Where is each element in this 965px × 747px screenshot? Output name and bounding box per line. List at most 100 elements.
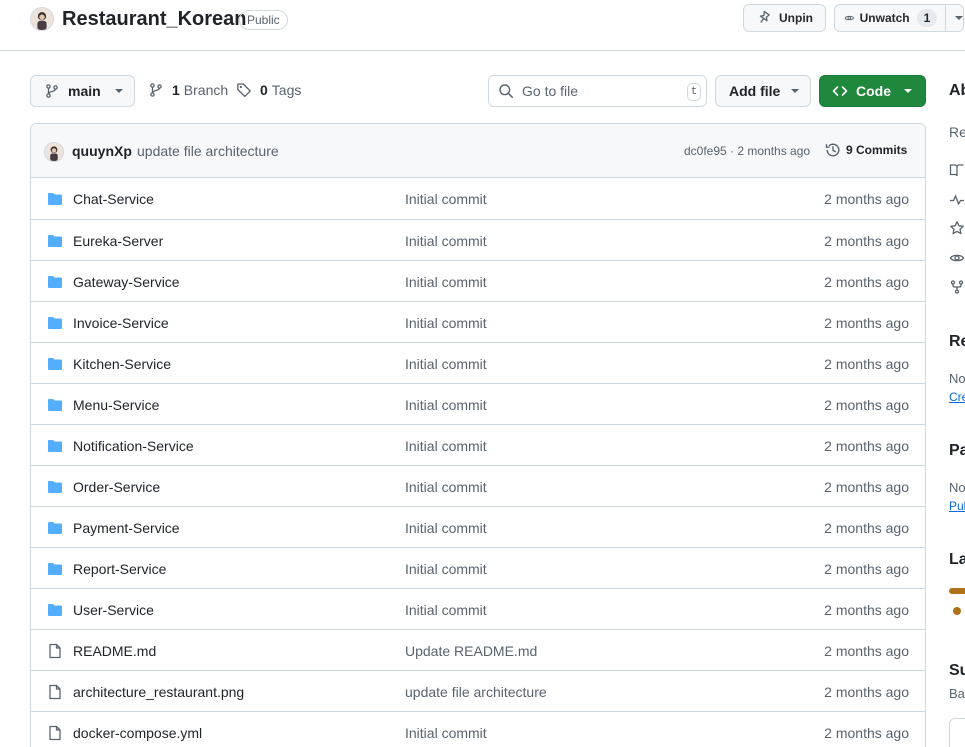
file-name-link[interactable]: Kitchen-Service: [73, 356, 171, 372]
code-icon: [832, 86, 848, 96]
file-commit-message-link[interactable]: Initial commit: [405, 561, 487, 577]
commits-history-link[interactable]: 9 Commits: [825, 142, 907, 158]
file-commit-message-link[interactable]: Initial commit: [405, 479, 487, 495]
file-row[interactable]: README.md Update README.md 2 months ago: [31, 629, 925, 670]
go-to-file-field[interactable]: t: [488, 75, 707, 107]
add-file-button[interactable]: Add file: [715, 75, 811, 107]
branches-link[interactable]: 1 Branch: [148, 82, 228, 98]
file-name-link[interactable]: architecture_restaurant.png: [73, 684, 244, 700]
about-heading: Ab: [949, 82, 965, 99]
file-name-link[interactable]: Menu-Service: [73, 397, 159, 413]
file-commit-message-link[interactable]: Initial commit: [405, 274, 487, 290]
file-row[interactable]: Eureka-Server Initial commit 2 months ago: [31, 219, 925, 260]
unwatch-button[interactable]: Unwatch 1: [834, 4, 964, 32]
file-commit-age: 2 months ago: [824, 479, 909, 495]
folder-icon: [47, 561, 63, 577]
commit-sha-age[interactable]: dc0fe95 · 2 months ago: [684, 144, 810, 158]
file-row[interactable]: docker-compose.yml Initial commit 2 months…: [31, 711, 925, 747]
file-name-link[interactable]: Chat-Service: [73, 191, 154, 207]
folder-icon: [47, 315, 63, 331]
file-row[interactable]: Order-Service Initial commit 2 months ago: [31, 465, 925, 506]
file-name-link[interactable]: docker-compose.yml: [73, 725, 202, 741]
file-commit-message-link[interactable]: Update README.md: [405, 643, 537, 659]
commit-author-avatar[interactable]: [44, 142, 64, 162]
file-commit-age: 2 months ago: [824, 438, 909, 454]
commit-message-link[interactable]: update file architecture: [137, 143, 279, 159]
file-row[interactable]: Notification-Service Initial commit 2 mont…: [31, 424, 925, 465]
about-sidebar: Ab Re Re No Cre Pa No Pul La Su Ba: [949, 0, 965, 747]
file-commit-message-link[interactable]: Initial commit: [405, 520, 487, 536]
file-name-link[interactable]: Payment-Service: [73, 520, 180, 536]
file-row[interactable]: Payment-Service Initial commit 2 months ag…: [31, 506, 925, 547]
button-divider: [945, 4, 946, 32]
fork-icon[interactable]: [949, 279, 965, 295]
file-row[interactable]: Report-Service Initial commit 2 months ago: [31, 547, 925, 588]
file-commit-age: 2 months ago: [824, 274, 909, 290]
suggested-text: Ba: [949, 686, 965, 701]
file-commit-message-link[interactable]: Initial commit: [405, 602, 487, 618]
file-name-link[interactable]: Eureka-Server: [73, 233, 163, 249]
commits-count: 9 Commits: [846, 143, 908, 157]
file-list: Chat-Service Initial commit 2 months ago Eu…: [31, 178, 925, 747]
file-commit-age: 2 months ago: [824, 520, 909, 536]
file-name-link[interactable]: Report-Service: [73, 561, 166, 577]
tags-link[interactable]: 0 Tags: [236, 82, 301, 98]
file-name-link[interactable]: User-Service: [73, 602, 154, 618]
file-row[interactable]: Invoice-Service Initial commit 2 months ag…: [31, 301, 925, 342]
file-commit-message-link[interactable]: Initial commit: [405, 191, 487, 207]
language-dot: [953, 607, 961, 615]
tag-count-label: Tags: [271, 82, 302, 98]
file-name-link[interactable]: Order-Service: [73, 479, 160, 495]
eye-icon: [844, 15, 855, 21]
folder-icon: [47, 479, 63, 495]
file-row[interactable]: User-Service Initial commit 2 months ago: [31, 588, 925, 629]
commit-author-link[interactable]: quuynXp: [72, 143, 132, 159]
releases-text: No: [949, 371, 965, 386]
file-name-link[interactable]: Gateway-Service: [73, 274, 180, 290]
file-commit-message-link[interactable]: Initial commit: [405, 233, 487, 249]
code-button[interactable]: Code: [819, 75, 926, 107]
star-icon[interactable]: [949, 220, 965, 236]
file-row[interactable]: Chat-Service Initial commit 2 months ago: [31, 178, 925, 219]
file-commit-age: 2 months ago: [824, 233, 909, 249]
file-commit-message-link[interactable]: Initial commit: [405, 438, 487, 454]
watchers-count: 1: [916, 9, 938, 27]
pulse-icon[interactable]: [949, 192, 965, 208]
eye-icon[interactable]: [949, 250, 965, 266]
create-release-link[interactable]: Cre: [949, 390, 965, 404]
file-commit-age: 2 months ago: [824, 191, 909, 207]
file-commit-message-link[interactable]: update file architecture: [405, 684, 547, 700]
folder-icon: [47, 191, 63, 207]
about-description: Re: [949, 124, 965, 140]
folder-icon: [47, 602, 63, 618]
branch-count-label: Branch: [183, 82, 229, 98]
visibility-badge: Public: [239, 10, 288, 30]
file-commit-age: 2 months ago: [824, 725, 909, 741]
file-name-link[interactable]: Invoice-Service: [73, 315, 169, 331]
latest-commit-bar: quuynXp update file architecture dc0fe95…: [31, 124, 925, 178]
file-commit-message-link[interactable]: Initial commit: [405, 315, 487, 331]
folder-icon: [47, 438, 63, 454]
file-row[interactable]: Menu-Service Initial commit 2 months ago: [31, 383, 925, 424]
packages-heading: Pa: [949, 442, 965, 459]
file-commit-message-link[interactable]: Initial commit: [405, 397, 487, 413]
owner-avatar[interactable]: [30, 7, 54, 31]
file-browser: quuynXp update file architecture dc0fe95…: [30, 123, 926, 747]
branch-selector-button[interactable]: main: [30, 75, 135, 107]
file-commit-message-link[interactable]: Initial commit: [405, 356, 487, 372]
add-file-label: Add file: [729, 83, 781, 99]
file-commit-message-link[interactable]: Initial commit: [405, 725, 487, 741]
file-name-link[interactable]: README.md: [73, 643, 156, 659]
suggested-heading: Su: [949, 662, 965, 679]
go-to-file-input[interactable]: [522, 83, 672, 99]
repo-title[interactable]: Restaurant_Korean: [62, 8, 247, 31]
keyboard-shortcut-hint: t: [687, 83, 701, 101]
unpin-button[interactable]: Unpin: [743, 4, 826, 32]
file-row[interactable]: Kitchen-Service Initial commit 2 months ag…: [31, 342, 925, 383]
file-row[interactable]: Gateway-Service Initial commit 2 months ag…: [31, 260, 925, 301]
publish-package-link[interactable]: Pul: [949, 499, 965, 513]
file-name-link[interactable]: Notification-Service: [73, 438, 194, 454]
book-icon[interactable]: [949, 162, 965, 178]
folder-icon: [47, 274, 63, 290]
file-row[interactable]: architecture_restaurant.png update file a…: [31, 670, 925, 711]
